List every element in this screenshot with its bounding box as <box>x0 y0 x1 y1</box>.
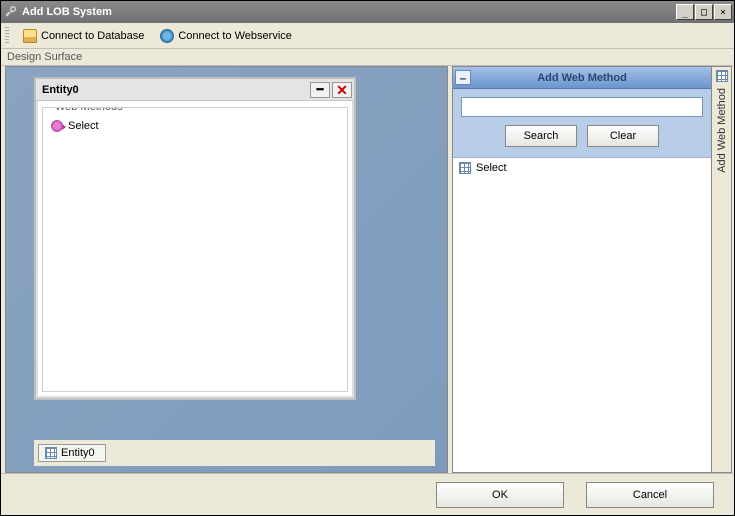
cancel-button[interactable]: Cancel <box>586 482 714 508</box>
window-title: Add LOB System <box>20 6 675 18</box>
clear-button[interactable]: Clear <box>587 125 659 147</box>
dialog-button-bar: OK Cancel <box>1 473 734 515</box>
ok-button[interactable]: OK <box>436 482 564 508</box>
entity-body: Web Methods Select <box>36 101 354 398</box>
entity-close-button[interactable]: ✕ <box>332 82 352 98</box>
side-panel: – Add Web Method Search Clear Select Add… <box>452 66 732 473</box>
list-item-label: Select <box>476 162 507 174</box>
connect-database-label: Connect to Database <box>41 30 144 42</box>
web-methods-group: Web Methods Select <box>42 107 348 392</box>
side-panel-tabstrip[interactable]: Add Web Method <box>712 66 732 473</box>
method-item[interactable]: Select <box>49 118 341 134</box>
webservice-icon <box>160 29 174 43</box>
connect-webservice-label: Connect to Webservice <box>178 30 292 42</box>
method-label: Select <box>68 120 99 132</box>
title-bar: Add LOB System _ □ × <box>1 1 734 23</box>
web-methods-legend: Web Methods <box>51 107 127 113</box>
maximize-button[interactable]: □ <box>695 4 713 20</box>
search-button[interactable]: Search <box>505 125 577 147</box>
side-panel-collapse-button[interactable]: – <box>455 70 471 85</box>
side-panel-header: – Add Web Method <box>453 67 711 89</box>
design-surface-footer: Entity0 <box>34 440 435 466</box>
entity-window[interactable]: Entity0 ━ ✕ Web Methods Select <box>34 77 356 400</box>
close-button[interactable]: × <box>714 4 732 20</box>
connect-webservice-button[interactable]: Connect to Webservice <box>156 27 296 45</box>
minimize-button[interactable]: _ <box>676 4 694 20</box>
entity-tab-icon <box>45 447 57 459</box>
database-icon <box>23 29 37 43</box>
work-area: Entity0 ━ ✕ Web Methods Select Entity0 <box>1 65 734 473</box>
side-panel-title: Add Web Method <box>537 72 627 84</box>
design-surface[interactable]: Entity0 ━ ✕ Web Methods Select Entity0 <box>5 66 448 473</box>
connect-database-button[interactable]: Connect to Database <box>19 27 148 45</box>
tabstrip-label: Add Web Method <box>716 88 728 173</box>
toolbar-grip <box>5 27 9 45</box>
tabstrip-icon <box>716 70 728 82</box>
entity-tab[interactable]: Entity0 <box>38 444 106 462</box>
design-surface-label: Design Surface <box>7 51 82 63</box>
entity-tab-label: Entity0 <box>61 447 95 459</box>
side-panel-search: Search Clear <box>453 89 711 158</box>
window-controls: _ □ × <box>675 4 732 20</box>
entity-minimize-button[interactable]: ━ <box>310 82 330 98</box>
table-icon <box>459 162 471 174</box>
app-icon <box>3 5 17 19</box>
design-surface-label-row: Design Surface <box>1 49 734 65</box>
method-icon <box>51 120 63 132</box>
toolbar: Connect to Database Connect to Webservic… <box>1 23 734 49</box>
search-input[interactable] <box>461 97 703 117</box>
add-web-method-panel: – Add Web Method Search Clear Select <box>452 66 712 473</box>
list-item[interactable]: Select <box>453 158 711 178</box>
search-results-list[interactable]: Select <box>453 158 711 472</box>
entity-titlebar[interactable]: Entity0 ━ ✕ <box>36 79 354 101</box>
entity-title: Entity0 <box>42 84 308 96</box>
